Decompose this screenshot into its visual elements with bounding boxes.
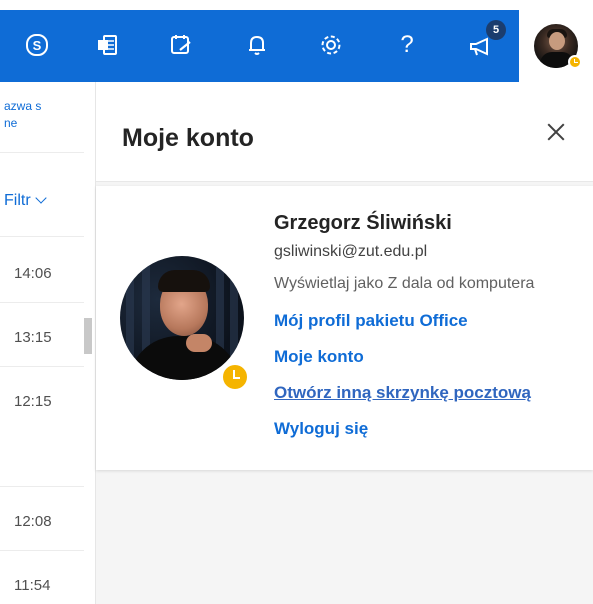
message-time[interactable]: 13:15	[14, 329, 52, 346]
sign-out-link[interactable]: Wyloguj się	[274, 412, 593, 448]
panel-header: Moje konto	[96, 82, 593, 182]
office-icon[interactable]	[92, 30, 122, 60]
user-email: gsliwinski@zut.edu.pl	[274, 243, 428, 260]
help-icon[interactable]: ?	[392, 30, 422, 60]
divider	[0, 236, 84, 237]
divider	[0, 366, 84, 367]
header-text-line-2: ne	[4, 116, 18, 130]
presence-status-link[interactable]: Wyświetlaj jako Z dala od komputera	[274, 266, 593, 304]
presence-away-icon	[568, 55, 582, 69]
close-icon[interactable]	[538, 114, 574, 150]
user-name: Grzegorz Śliwiński	[274, 212, 452, 234]
divider	[0, 152, 84, 153]
my-account-link[interactable]: Moje konto	[274, 340, 593, 376]
gear-icon[interactable]	[316, 30, 346, 60]
message-time[interactable]: 12:08	[14, 513, 52, 530]
filter-button[interactable]: Filtr	[4, 192, 47, 210]
message-time[interactable]: 11:54	[14, 577, 50, 594]
open-another-mailbox-link[interactable]: Otwórz inną skrzynkę pocztową	[274, 376, 593, 412]
divider	[0, 486, 84, 487]
svg-text:S: S	[33, 38, 42, 53]
todo-icon[interactable]	[166, 30, 196, 60]
filter-label: Filtr	[4, 192, 31, 209]
office-profile-link[interactable]: Mój profil pakietu Office	[274, 304, 593, 340]
chevron-down-icon	[34, 192, 47, 204]
divider	[0, 302, 84, 303]
message-time[interactable]: 14:06	[14, 265, 52, 282]
message-list: azwa s ne Filtr 14:06 13:15 12:15 12:08 …	[0, 82, 96, 604]
help-glyph: ?	[400, 31, 414, 58]
scrollbar-thumb[interactable]	[84, 318, 92, 354]
skype-icon[interactable]: S	[22, 30, 52, 60]
account-panel: Moje konto Grzegorz Śliwiński gsliwinski…	[96, 82, 593, 604]
page-title: Moje konto	[122, 124, 254, 152]
account-card: Grzegorz Śliwiński gsliwinski@zut.edu.pl…	[96, 186, 593, 470]
message-time[interactable]: 12:15	[14, 393, 52, 410]
divider	[0, 550, 84, 551]
bell-icon[interactable]	[242, 30, 272, 60]
top-bar: S ? 5	[0, 0, 593, 82]
profile-photo[interactable]	[120, 256, 244, 380]
account-info: Grzegorz Śliwiński gsliwinski@zut.edu.pl…	[274, 208, 593, 448]
notification-badge: 5	[486, 20, 506, 40]
header-text-line-1: azwa s	[4, 99, 42, 113]
presence-away-icon	[220, 362, 250, 392]
message-list-header[interactable]: azwa s ne	[4, 98, 41, 132]
